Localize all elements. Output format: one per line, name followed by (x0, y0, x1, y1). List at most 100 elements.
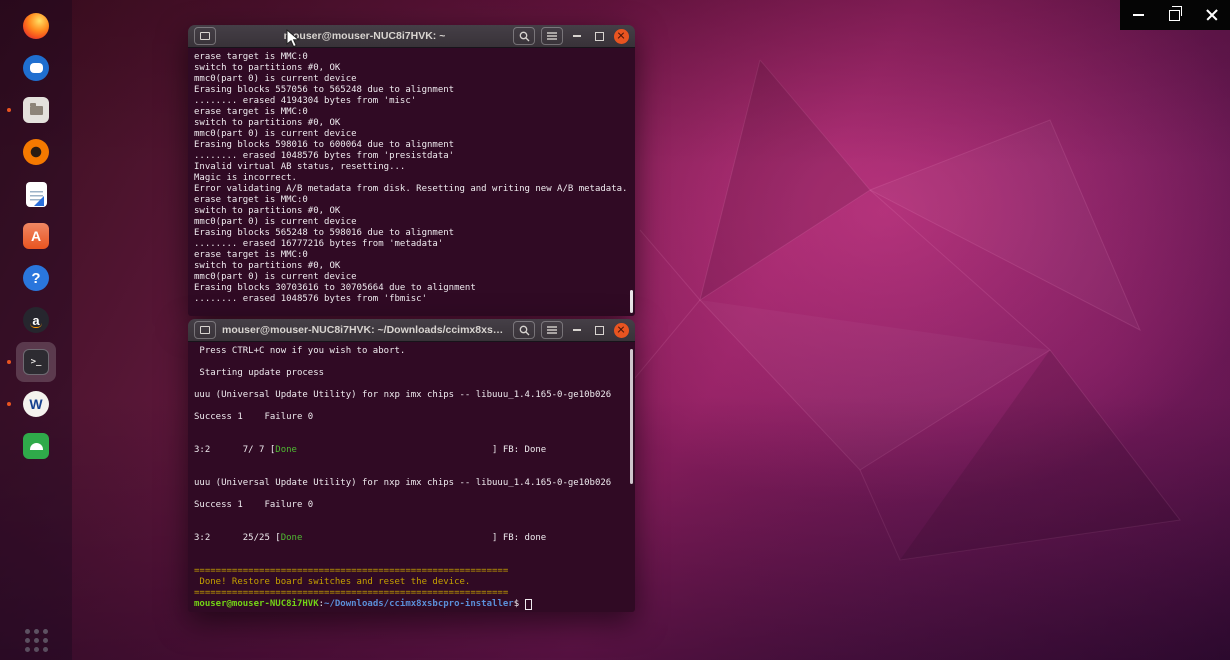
terminal-line (194, 522, 633, 533)
terminal-line: mmc0(part 0) is current device (194, 74, 633, 85)
dock-item-android-emulator[interactable] (16, 426, 56, 466)
terminal-line: Press CTRL+C now if you wish to abort. (194, 346, 633, 357)
minimize-button[interactable] (569, 322, 585, 338)
search-icon (519, 325, 530, 336)
wine-app-icon: W (23, 391, 49, 417)
terminal-line: erase target is MMC:0 (194, 195, 633, 206)
terminal-line: ========================================… (194, 588, 633, 599)
terminal-line: 3:2 25/25 [Done ] FB: done (194, 533, 633, 544)
software-glyph: A (31, 228, 41, 244)
terminal1-titlebar[interactable]: mouser@mouser-NUC8i7HVK: ~ (188, 25, 635, 48)
terminal-line (194, 423, 633, 434)
dock-item-rhythmbox[interactable] (16, 132, 56, 172)
dock-item-ubuntu-software[interactable]: A (16, 216, 56, 256)
terminal-line: erase target is MMC:0 (194, 52, 633, 63)
terminal-line: Success 1 Failure 0 (194, 412, 633, 423)
chat-icon (23, 55, 49, 81)
terminal-line: Done! Restore board switches and reset t… (194, 577, 633, 588)
overlay-restore-button[interactable] (1164, 4, 1186, 26)
terminal-line (194, 511, 633, 522)
maximize-icon (595, 32, 604, 41)
terminal-line (194, 379, 633, 390)
help-glyph: ? (31, 270, 40, 287)
terminal-line: ........ erased 1048576 bytes from 'pres… (194, 151, 633, 162)
terminal-line (194, 434, 633, 445)
terminal-line: Erasing blocks 598016 to 600064 due to a… (194, 140, 633, 151)
terminal-line (194, 401, 633, 412)
search-button[interactable] (513, 321, 535, 339)
libreoffice-writer-icon (26, 182, 47, 207)
menu-button[interactable] (541, 27, 563, 45)
android-head-icon (30, 443, 43, 450)
dock-item-firefox[interactable] (16, 6, 56, 46)
maximize-button[interactable] (591, 28, 607, 44)
terminal-line (194, 456, 633, 467)
terminal-line: mmc0(part 0) is current device (194, 272, 633, 283)
new-tab-button[interactable] (194, 27, 216, 45)
maximize-icon (595, 326, 604, 335)
overlay-window-controls (1120, 0, 1230, 30)
minimize-icon (573, 329, 581, 331)
dock: A ? a >_ W (0, 0, 72, 660)
dock-item-libreoffice-writer[interactable] (16, 174, 56, 214)
terminal-line: Erasing blocks 565248 to 598016 due to a… (194, 228, 633, 239)
dock-item-terminal[interactable]: >_ (16, 342, 56, 382)
terminal-line: Error validating A/B metadata from disk.… (194, 184, 633, 195)
document-lines-icon (30, 191, 43, 203)
terminal2-titlebar[interactable]: mouser@mouser-NUC8i7HVK: ~/Downloads/cci… (188, 319, 635, 342)
dock-item-files[interactable] (16, 90, 56, 130)
dock-item-help[interactable]: ? (16, 258, 56, 298)
overlay-close-button[interactable] (1201, 4, 1223, 26)
minimize-button[interactable] (569, 28, 585, 44)
terminal1-title: mouser@mouser-NUC8i7HVK: ~ (222, 30, 507, 42)
close-icon (614, 323, 629, 338)
terminal-line: ........ erased 4194304 bytes from 'misc… (194, 96, 633, 107)
terminal-line: Erasing blocks 30703616 to 30705664 due … (194, 283, 633, 294)
hamburger-menu-icon (547, 32, 557, 40)
terminal-line (194, 555, 633, 566)
dock-item-amazon[interactable]: a (16, 300, 56, 340)
amazon-smile-icon (30, 323, 42, 328)
dock-item-chat[interactable] (16, 48, 56, 88)
close-icon (614, 29, 629, 44)
terminal-line: erase target is MMC:0 (194, 250, 633, 261)
terminal-line: uuu (Universal Update Utility) for nxp i… (194, 390, 633, 401)
terminal-icon: >_ (23, 349, 49, 375)
terminal-line: ........ erased 16777216 bytes from 'met… (194, 239, 633, 250)
dock-item-wine-app[interactable]: W (16, 384, 56, 424)
folder-icon (30, 106, 43, 115)
scrollbar-thumb[interactable] (630, 290, 633, 313)
new-tab-button[interactable] (194, 321, 216, 339)
ubuntu-software-icon: A (23, 223, 49, 249)
minimize-icon (1133, 14, 1144, 16)
terminal1-output[interactable]: erase target is MMC:0switch to partition… (188, 48, 635, 318)
terminal-line (194, 467, 633, 478)
maximize-button[interactable] (591, 322, 607, 338)
search-button[interactable] (513, 27, 535, 45)
close-button[interactable] (613, 28, 629, 44)
terminal-line: Magic is incorrect. (194, 173, 633, 184)
terminal-window-1: mouser@mouser-NUC8i7HVK: ~ erase target … (188, 25, 635, 316)
terminal-line (194, 357, 633, 368)
menu-button[interactable] (541, 321, 563, 339)
restore-icon (1169, 10, 1180, 21)
overlay-minimize-button[interactable] (1127, 4, 1149, 26)
chat-bubble-icon (30, 63, 43, 73)
android-emulator-icon (23, 433, 49, 459)
terminal-line: mmc0(part 0) is current device (194, 217, 633, 228)
terminal-line: mouser@mouser-NUC8i7HVK:~/Downloads/ccim… (194, 599, 633, 610)
terminal-line: erase target is MMC:0 (194, 107, 633, 118)
terminal-line: switch to partitions #0, OK (194, 118, 633, 129)
minimize-icon (573, 35, 581, 37)
terminal-line: Erasing blocks 557056 to 565248 due to a… (194, 85, 633, 96)
close-icon (1205, 8, 1219, 22)
hamburger-menu-icon (547, 326, 557, 334)
terminal-line (194, 544, 633, 555)
close-button[interactable] (613, 322, 629, 338)
firefox-icon (23, 13, 49, 39)
running-indicator (7, 360, 11, 364)
terminal2-output[interactable]: Press CTRL+C now if you wish to abort. S… (188, 342, 635, 614)
new-tab-icon (200, 326, 210, 334)
scrollbar-thumb[interactable] (630, 349, 633, 484)
rhythmbox-icon (23, 139, 49, 165)
